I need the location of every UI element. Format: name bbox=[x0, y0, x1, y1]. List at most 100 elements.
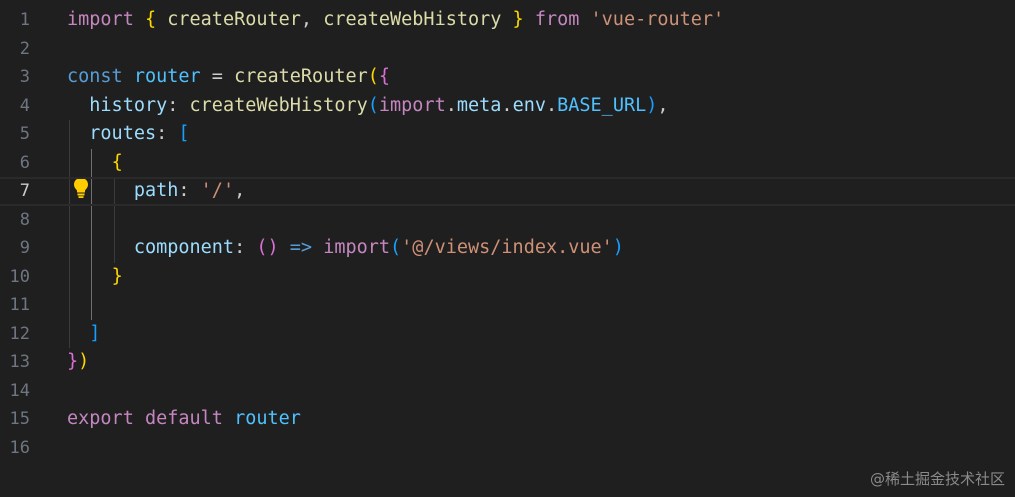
code-token: history bbox=[89, 94, 168, 116]
line-number: 11 bbox=[9, 295, 30, 315]
code-token: createRouter bbox=[167, 9, 301, 30]
code-line[interactable]: 1 import { createRouter, createWebHistory… bbox=[0, 6, 1015, 35]
code-token: meta bbox=[456, 94, 502, 116]
code-line[interactable]: 11 bbox=[0, 291, 1015, 320]
code-line[interactable]: 16 bbox=[0, 434, 1015, 463]
code-token: createRouter bbox=[234, 66, 368, 87]
line-number: 13 bbox=[9, 352, 30, 372]
code-token: { bbox=[378, 66, 391, 87]
code-token: . bbox=[445, 94, 457, 116]
code-token: ) bbox=[612, 237, 624, 258]
code-line[interactable]: 15 export default router bbox=[0, 405, 1015, 434]
code-line[interactable]: 12 ] bbox=[0, 320, 1015, 349]
code-token: ) bbox=[78, 351, 90, 372]
code-text: path: '/', bbox=[67, 177, 245, 206]
code-token: ( bbox=[367, 66, 379, 87]
line-number: 15 bbox=[9, 409, 30, 429]
code-line[interactable]: 2 bbox=[0, 35, 1015, 64]
line-number: 3 bbox=[19, 67, 30, 87]
code-token: ( bbox=[390, 237, 402, 258]
code-token: , bbox=[300, 9, 324, 30]
code-line[interactable]: 4 history: createWebHistory(import.meta.… bbox=[0, 92, 1015, 121]
code-token: const bbox=[67, 66, 123, 87]
watermark: @稀土掘金技术社区 bbox=[869, 470, 1005, 488]
code-token: { bbox=[111, 151, 123, 173]
code-token: env bbox=[512, 94, 546, 116]
code-line[interactable]: 10 } bbox=[0, 263, 1015, 292]
code-text: ] bbox=[67, 320, 100, 349]
line-number: 10 bbox=[9, 266, 30, 287]
code-token: ) bbox=[646, 94, 658, 116]
code-token: createWebHistory bbox=[189, 94, 368, 116]
code-line[interactable]: 7 path: '/', bbox=[0, 177, 1015, 206]
code-token: default bbox=[144, 408, 223, 429]
line-number: 1 bbox=[19, 10, 30, 30]
code-token: } bbox=[512, 9, 524, 30]
code-token: '/' bbox=[200, 180, 235, 201]
code-token: '@/views/index.vue' bbox=[401, 237, 613, 258]
code-token: createWebHistory bbox=[323, 9, 502, 30]
code-line[interactable]: 14 bbox=[0, 377, 1015, 406]
code-token: () bbox=[256, 237, 279, 258]
code-text: const router = createRouter({ bbox=[67, 63, 390, 92]
code-token: import bbox=[378, 94, 446, 116]
code-token: path bbox=[133, 180, 179, 201]
code-text: import { createRouter, createWebHistory … bbox=[67, 6, 724, 35]
code-line[interactable]: 8 bbox=[0, 206, 1015, 235]
code-text: routes: [ bbox=[67, 120, 190, 149]
code-token: ] bbox=[89, 322, 101, 344]
code-token: : bbox=[167, 94, 190, 116]
code-token: } bbox=[67, 351, 79, 372]
code-line[interactable]: 5 routes: [ bbox=[0, 120, 1015, 149]
code-token: ( bbox=[367, 94, 379, 116]
line-number: 14 bbox=[9, 380, 30, 401]
code-token: . bbox=[501, 94, 513, 116]
code-text: { bbox=[67, 149, 123, 178]
line-number: 2 bbox=[19, 38, 30, 59]
code-token: router bbox=[133, 66, 201, 87]
code-line[interactable]: 3 const router = createRouter({ bbox=[0, 63, 1015, 92]
code-token: = bbox=[200, 66, 235, 87]
code-token: 'vue-router' bbox=[590, 9, 725, 30]
line-number: 8 bbox=[19, 209, 30, 230]
code-token: routes bbox=[89, 123, 157, 144]
code-line[interactable]: 13}) bbox=[0, 348, 1015, 377]
code-token: , bbox=[234, 180, 246, 201]
code-line[interactable]: 6 { bbox=[0, 149, 1015, 178]
code-line[interactable]: 9 component: () => import('@/views/index… bbox=[0, 234, 1015, 263]
code-token: export bbox=[67, 408, 134, 429]
line-number: 5 bbox=[19, 124, 30, 144]
code-text: } bbox=[67, 263, 123, 292]
line-number: 9 bbox=[19, 238, 30, 258]
code-text: }) bbox=[67, 348, 89, 377]
line-number: 4 bbox=[19, 95, 30, 116]
code-token: BASE_URL bbox=[557, 94, 647, 116]
line-number: 7 bbox=[19, 181, 30, 201]
code-token: => bbox=[289, 237, 313, 258]
code-token: : bbox=[178, 180, 201, 201]
code-token: from bbox=[534, 9, 580, 30]
line-number: 12 bbox=[9, 323, 30, 344]
code-token: : bbox=[156, 123, 179, 144]
code-token: [ bbox=[178, 123, 190, 144]
code-token: import bbox=[67, 9, 134, 30]
code-editor[interactable]: 1 import { createRouter, createWebHistory… bbox=[0, 0, 1015, 497]
code-text: export default router bbox=[67, 405, 301, 434]
line-number: 16 bbox=[9, 437, 30, 458]
code-token: : bbox=[234, 237, 257, 258]
